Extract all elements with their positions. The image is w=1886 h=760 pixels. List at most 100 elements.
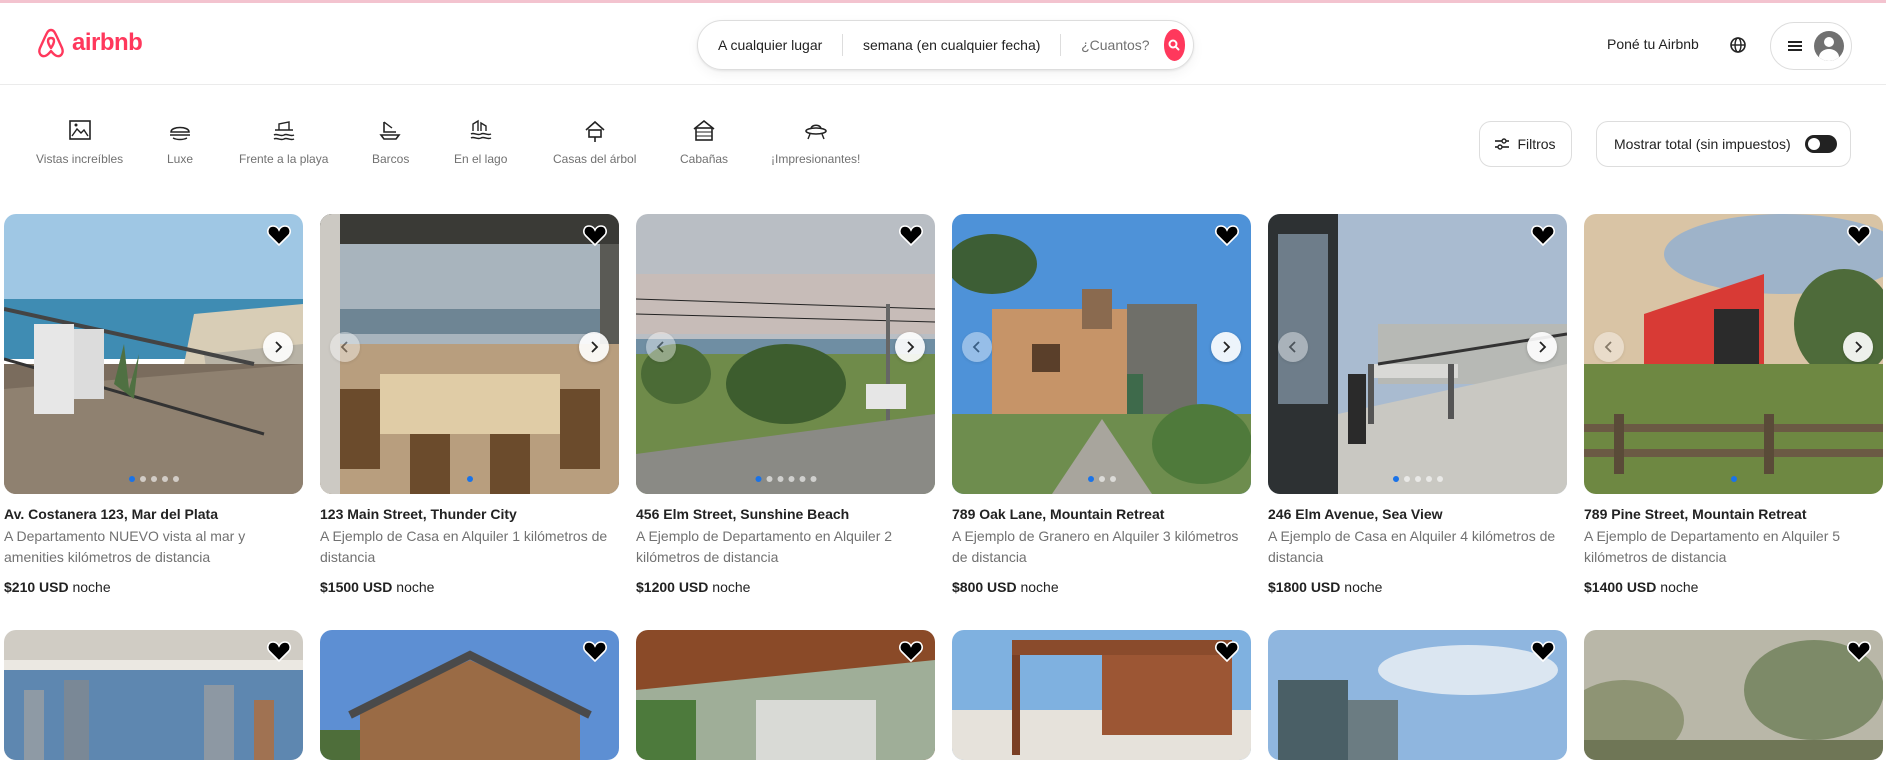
- listing-price-row: $800 USD noche: [952, 579, 1251, 595]
- listing-card[interactable]: [1268, 630, 1567, 760]
- search-where[interactable]: A cualquier lugar: [698, 37, 842, 53]
- listing-card[interactable]: 789 Oak Lane, Mountain Retreat A Ejemplo…: [952, 214, 1251, 595]
- treehouse-icon: [585, 120, 605, 142]
- category-label: Frente a la playa: [239, 152, 329, 166]
- heart-icon[interactable]: [1531, 640, 1555, 662]
- photo-dots: [128, 476, 179, 482]
- next-photo-button[interactable]: [579, 332, 609, 362]
- listing-photo[interactable]: [320, 630, 619, 760]
- heart-icon[interactable]: [899, 640, 923, 662]
- listing-price-unit: noche: [1344, 579, 1383, 595]
- listing-image: [636, 214, 935, 494]
- listing-price-unit: noche: [396, 579, 435, 595]
- listing-description: A Departamento NUEVO vista al mar y amen…: [4, 528, 246, 565]
- category-vistas[interactable]: Vistas increíbles: [36, 118, 123, 166]
- category-label: Casas del árbol: [553, 152, 637, 166]
- prev-photo-button[interactable]: [1278, 332, 1308, 362]
- listing-price-unit: noche: [72, 579, 111, 595]
- category-label: Cabañas: [680, 152, 729, 166]
- photo-dots: [755, 476, 816, 482]
- next-photo-button[interactable]: [895, 332, 925, 362]
- chevron-right-icon: [1223, 341, 1231, 353]
- listing-card[interactable]: [1584, 630, 1883, 760]
- chevron-left-icon: [972, 341, 980, 353]
- listing-price: $800 USD: [952, 579, 1017, 595]
- search-bar[interactable]: A cualquier lugar semana (en cualquier f…: [697, 20, 1194, 70]
- listing-card[interactable]: 789 Pine Street, Mountain Retreat A Ejem…: [1584, 214, 1883, 595]
- heart-icon[interactable]: [267, 640, 291, 662]
- listing-price: $1200 USD: [636, 579, 709, 595]
- heart-icon[interactable]: [1531, 224, 1555, 246]
- prev-photo-button[interactable]: [962, 332, 992, 362]
- search-button[interactable]: [1163, 29, 1185, 61]
- listing-card[interactable]: 123 Main Street, Thunder City A Ejemplo …: [320, 214, 619, 595]
- listing-photo[interactable]: [320, 214, 619, 494]
- user-menu-button[interactable]: [1770, 22, 1852, 70]
- listing-photo[interactable]: [1584, 630, 1883, 760]
- tax-toggle-switch[interactable]: [1804, 135, 1837, 153]
- listing-price-row: $1400 USD noche: [1584, 579, 1883, 595]
- listing-photo[interactable]: [636, 630, 935, 760]
- photo-dots: [466, 476, 473, 482]
- next-photo-button[interactable]: [1527, 332, 1557, 362]
- category-playa[interactable]: Frente a la playa: [239, 118, 328, 166]
- category-arbol[interactable]: Casas del árbol: [553, 118, 636, 166]
- category-label: Vistas increíbles: [36, 152, 124, 166]
- listing-photo[interactable]: [952, 630, 1251, 760]
- listing-photo[interactable]: [1584, 214, 1883, 494]
- category-barcos[interactable]: Barcos: [372, 118, 409, 166]
- prev-photo-button[interactable]: [646, 332, 676, 362]
- avatar: [1814, 31, 1844, 61]
- next-photo-button[interactable]: [1843, 332, 1873, 362]
- chevron-right-icon: [907, 341, 915, 353]
- listing-card[interactable]: 456 Elm Street, Sunshine Beach A Ejemplo…: [636, 214, 935, 595]
- listing-photo[interactable]: [4, 630, 303, 760]
- listing-photo[interactable]: [4, 214, 303, 494]
- filters-button[interactable]: Filtros: [1479, 121, 1572, 167]
- heart-icon[interactable]: [583, 224, 607, 246]
- listing-photo[interactable]: [952, 214, 1251, 494]
- chevron-right-icon: [275, 341, 283, 353]
- listing-card[interactable]: 246 Elm Avenue, Sea View A Ejemplo de Ca…: [1268, 214, 1567, 595]
- globe-icon[interactable]: [1729, 36, 1747, 54]
- listing-card[interactable]: [952, 630, 1251, 760]
- heart-icon[interactable]: [1847, 224, 1871, 246]
- heart-icon[interactable]: [1215, 224, 1239, 246]
- listing-image: [320, 630, 619, 760]
- prev-photo-button[interactable]: [330, 332, 360, 362]
- heart-icon[interactable]: [899, 224, 923, 246]
- heart-icon[interactable]: [583, 640, 607, 662]
- listing-card[interactable]: Av. Costanera 123, Mar del Plata A Depar…: [4, 214, 303, 595]
- heart-icon[interactable]: [1215, 640, 1239, 662]
- listing-photo[interactable]: [1268, 630, 1567, 760]
- prev-photo-button[interactable]: [1594, 332, 1624, 362]
- category-luxe[interactable]: Luxe: [167, 118, 193, 166]
- listing-photo[interactable]: [1268, 214, 1567, 494]
- next-photo-button[interactable]: [1211, 332, 1241, 362]
- listing-title: 123 Main Street, Thunder City: [320, 506, 517, 522]
- airbnb-logo[interactable]: airbnb: [36, 27, 143, 59]
- search-when[interactable]: semana (en cualquier fecha): [843, 37, 1060, 53]
- photo-dots: [1730, 476, 1737, 482]
- airbnb-logo-icon: [38, 28, 64, 58]
- listing-image: [4, 630, 303, 760]
- category-lago[interactable]: En el lago: [454, 118, 507, 166]
- heart-icon[interactable]: [1847, 640, 1871, 662]
- listing-card[interactable]: [320, 630, 619, 760]
- category-cabanas[interactable]: Cabañas: [680, 118, 728, 166]
- listing-price-unit: noche: [1020, 579, 1059, 595]
- search-guests[interactable]: ¿Cuantos?: [1061, 37, 1163, 53]
- category-impresionantes[interactable]: ¡Impresionantes!: [771, 118, 860, 166]
- search-icon: [1168, 39, 1180, 51]
- cabin-icon: [693, 119, 715, 141]
- tax-toggle-control[interactable]: Mostrar total (sin impuestos): [1596, 121, 1851, 167]
- listing-image: [1584, 630, 1883, 760]
- listing-card[interactable]: [4, 630, 303, 760]
- heart-icon[interactable]: [267, 224, 291, 246]
- listing-card[interactable]: [636, 630, 935, 760]
- listing-photo[interactable]: [636, 214, 935, 494]
- listing-image: [4, 214, 303, 494]
- listing-image: [1268, 214, 1567, 494]
- become-host-link[interactable]: Poné tu Airbnb: [1607, 36, 1699, 52]
- next-photo-button[interactable]: [263, 332, 293, 362]
